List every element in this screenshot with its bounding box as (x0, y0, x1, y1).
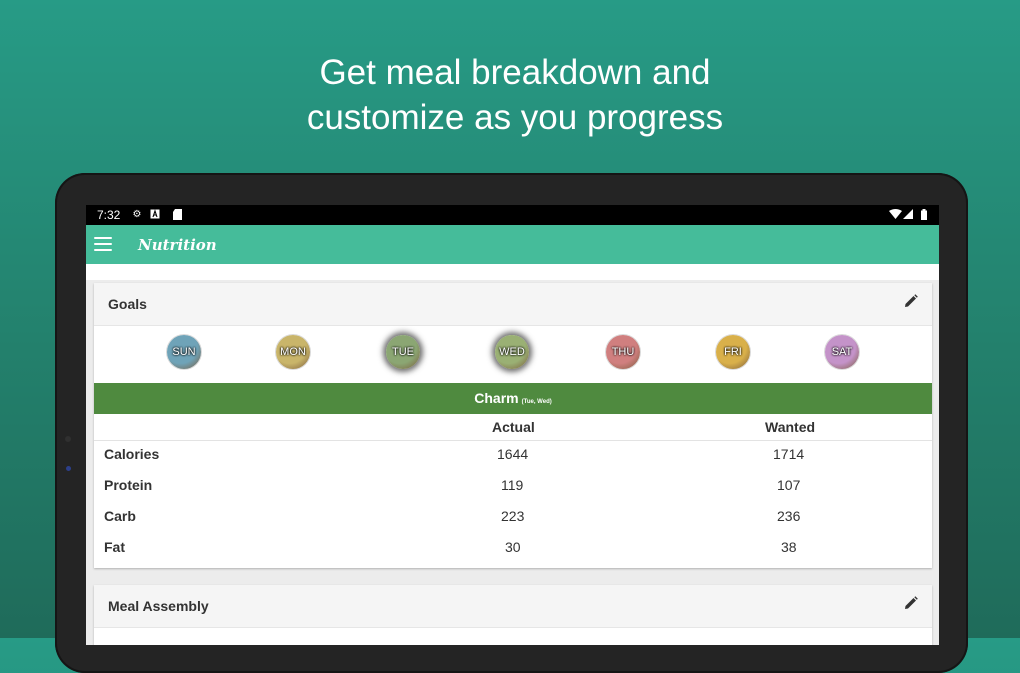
goals-card-header: Goals (94, 283, 932, 326)
status-time: 7:32 (97, 208, 121, 222)
wifi-icon (888, 209, 902, 220)
app-title: Nutrition (138, 236, 217, 254)
headline-line-2: customize as you progress (306, 98, 724, 137)
day-button-tue[interactable]: TUE (386, 335, 420, 369)
day-label: SUN (172, 346, 196, 358)
row-actual: 1644 (497, 446, 529, 462)
day-label: THU (611, 346, 635, 358)
headline-line-1: Get meal breakdown and (319, 53, 711, 92)
day-selector: SUN MON TUE WED THU FRI SAT (94, 325, 932, 383)
plan-name: Charm (474, 390, 519, 406)
plan-days: (Tue, Wed) (521, 399, 552, 405)
row-actual: 119 (501, 477, 524, 493)
table-divider (94, 440, 932, 441)
row-label: Calories (104, 446, 160, 462)
day-label: MON (280, 346, 306, 358)
device-screen: 7:32 ⚙ Nutrition Goals SUN MON TUE WED T… (86, 205, 939, 645)
signal-icon (903, 209, 913, 220)
row-label: Fat (104, 539, 125, 555)
goals-title: Goals (108, 296, 147, 312)
day-button-sat[interactable]: SAT (825, 335, 859, 369)
day-label: WED (499, 346, 525, 358)
row-wanted: 236 (777, 508, 801, 524)
day-label: FRI (724, 346, 742, 358)
app-bar: Nutrition (86, 225, 939, 264)
row-label: Carb (104, 508, 136, 524)
hamburger-menu-icon[interactable] (94, 237, 112, 251)
day-button-thu[interactable]: THU (606, 335, 640, 369)
day-button-fri[interactable]: FRI (716, 335, 750, 369)
day-label: TUE (392, 346, 414, 358)
day-label: SAT (831, 346, 853, 358)
row-wanted: 38 (781, 539, 797, 555)
row-actual: 223 (501, 508, 525, 524)
row-wanted: 1714 (773, 446, 805, 462)
sd-card-icon (172, 209, 182, 220)
tablet-sensor (65, 436, 71, 442)
column-header-actual: Actual (492, 419, 535, 435)
status-bar: 7:32 ⚙ (86, 205, 939, 225)
row-wanted: 107 (777, 477, 801, 493)
meal-assembly-header: Meal Assembly (94, 585, 932, 628)
meal-assembly-title: Meal Assembly (108, 598, 209, 614)
goals-card: Goals SUN MON TUE WED THU FRI SAT Charm(… (94, 283, 932, 568)
settings-icon: ⚙ (132, 209, 142, 220)
tablet-camera (66, 466, 71, 471)
content-top-spacer (86, 264, 939, 280)
column-header-wanted: Wanted (765, 419, 816, 435)
plan-header-bar: Charm (Tue, Wed) (94, 383, 932, 414)
row-actual: 30 (505, 539, 521, 555)
battery-icon (920, 209, 927, 220)
day-button-wed[interactable]: WED (495, 335, 529, 369)
row-label: Protein (104, 477, 153, 493)
day-button-sun[interactable]: SUN (167, 335, 201, 369)
edit-goals-pencil-icon[interactable] (904, 294, 920, 310)
edit-meal-assembly-pencil-icon[interactable] (904, 596, 920, 612)
a-badge-icon (150, 209, 160, 220)
meal-assembly-card: Meal Assembly (94, 585, 932, 645)
promo-headline: Get meal breakdown and customize as you … (0, 50, 1020, 140)
day-button-mon[interactable]: MON (276, 335, 310, 369)
